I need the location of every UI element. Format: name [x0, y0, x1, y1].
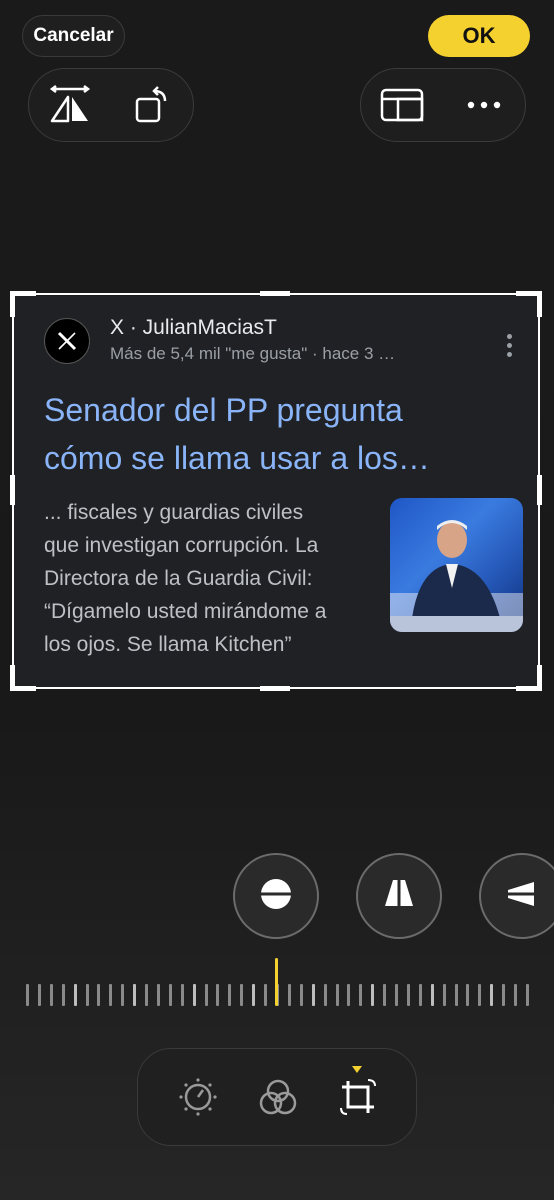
ruler-tick [371, 984, 374, 1006]
kebab-menu-icon [506, 334, 512, 357]
rotate-icon[interactable] [128, 81, 176, 129]
ruler-tick [383, 984, 386, 1006]
crop-corner-bottom-right-v[interactable] [537, 665, 542, 691]
ruler-tick [324, 984, 327, 1006]
ruler-tick [407, 984, 410, 1006]
ruler-tick [228, 984, 231, 1006]
ruler-tick [181, 984, 184, 1006]
edit-mode-bar [137, 1048, 417, 1146]
filters-icon[interactable] [254, 1073, 302, 1121]
transform-toolbar [28, 68, 194, 142]
straighten-button[interactable] [233, 853, 319, 939]
vertical-perspective-icon [381, 875, 417, 917]
straighten-icon [258, 876, 294, 917]
ruler-tick [62, 984, 65, 1006]
ruler-tick [300, 984, 303, 1006]
ruler-tick [205, 984, 208, 1006]
horizontal-perspective-icon [504, 876, 540, 917]
ruler-tick [288, 984, 291, 1006]
ruler-tick [169, 984, 172, 1006]
ruler-tick [50, 984, 53, 1006]
crop-corner-top-right-v[interactable] [537, 291, 542, 317]
headline: Senador del PP pregunta cómo se llama us… [44, 392, 430, 476]
source-name: X · JulianMaciasT [110, 316, 277, 339]
ruler-tick [109, 984, 112, 1006]
crop-handle-right[interactable] [537, 475, 542, 505]
ruler-tick [395, 984, 398, 1006]
ruler-tick [347, 984, 350, 1006]
ruler-tick [514, 984, 517, 1006]
snippet: ... fiscales y guardias civiles que inve… [44, 501, 327, 656]
active-tool-indicator [352, 1066, 362, 1073]
crop-icon[interactable] [334, 1073, 382, 1121]
ruler-tick [193, 984, 196, 1006]
ruler-tick [526, 984, 529, 1006]
ruler-tick [466, 984, 469, 1006]
ruler-tick [133, 984, 136, 1006]
ruler-tick [74, 984, 77, 1006]
ruler-tick [240, 984, 243, 1006]
ruler-tick [38, 984, 41, 1006]
ruler-tick [312, 984, 315, 1006]
aspect-ratio-icon[interactable] [378, 81, 426, 129]
ruler-tick [359, 984, 362, 1006]
ruler-tick [431, 984, 434, 1006]
ruler-tick [490, 984, 493, 1006]
crop-corner-top-left-v[interactable] [10, 291, 15, 317]
crop-options-toolbar [360, 68, 526, 142]
cancel-button[interactable]: Cancelar [22, 15, 125, 57]
crop-handle-top[interactable] [260, 291, 290, 296]
ruler-tick [26, 984, 29, 1006]
ruler-tick [86, 984, 89, 1006]
vertical-perspective-button[interactable] [356, 853, 442, 939]
crop-corner-bottom-left-v[interactable] [10, 665, 15, 691]
ok-button[interactable]: OK [428, 15, 530, 57]
ruler-tick [121, 984, 124, 1006]
ruler-tick [336, 984, 339, 1006]
ruler-tick [419, 984, 422, 1006]
x-logo-icon [44, 318, 90, 364]
ruler-tick [502, 984, 505, 1006]
crop-handle-left[interactable] [10, 475, 15, 505]
ruler-tick [252, 984, 255, 1006]
horizontal-perspective-button[interactable] [479, 853, 554, 939]
ruler-tick [97, 984, 100, 1006]
more-icon[interactable] [460, 81, 508, 129]
crop-handle-bottom[interactable] [260, 686, 290, 691]
source-meta: Más de 5,4 mil "me gusta" · hace 3 … [110, 344, 396, 363]
crop-image[interactable]: X · JulianMaciasT Más de 5,4 mil "me gus… [14, 296, 538, 688]
ruler-tick [478, 984, 481, 1006]
ruler-tick [443, 984, 446, 1006]
news-thumbnail [390, 498, 523, 632]
ruler-tick [455, 984, 458, 1006]
flip-horizontal-icon[interactable] [46, 81, 94, 129]
angle-needle [275, 958, 278, 1006]
ruler-tick [216, 984, 219, 1006]
ruler-tick [157, 984, 160, 1006]
ruler-tick [264, 984, 267, 1006]
adjust-icon[interactable] [174, 1073, 222, 1121]
ruler-tick [145, 984, 148, 1006]
